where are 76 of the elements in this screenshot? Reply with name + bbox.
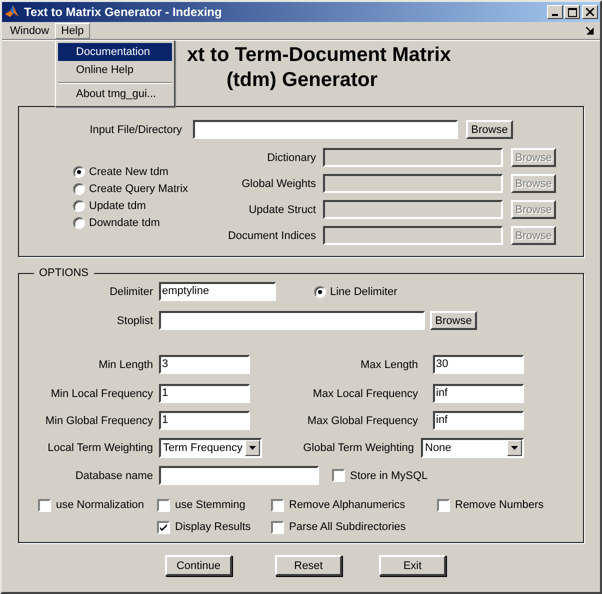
- input-field[interactable]: inf: [433, 384, 524, 403]
- checkbox[interactable]: [157, 520, 170, 534]
- field-label: Global Weights: [240, 178, 316, 190]
- menu-option[interactable]: Online Help: [58, 61, 172, 79]
- checkbox-label: Display Results: [175, 521, 251, 533]
- field-label: Delimiter: [108, 286, 153, 298]
- select-field[interactable]: Term Frequency: [159, 438, 262, 458]
- radio-button[interactable]: [73, 182, 85, 194]
- checkbox[interactable]: [38, 498, 51, 512]
- heading: (tdm) Generator: [226, 68, 378, 93]
- checkbox[interactable]: [157, 498, 170, 512]
- input-field[interactable]: [159, 311, 425, 330]
- close-button[interactable]: [582, 5, 598, 19]
- checkbox[interactable]: [271, 520, 284, 534]
- radio-label: Create Query Matrix: [89, 182, 188, 194]
- checkbox-label: Remove Alphanumerics: [289, 499, 406, 511]
- close-icon: [586, 8, 594, 16]
- caret-icon: [511, 446, 518, 450]
- input-field[interactable]: 1: [159, 411, 250, 430]
- radio-label: Update tdm: [89, 200, 146, 212]
- browse-button[interactable]: Browse: [430, 311, 477, 330]
- field-label: Document Indices: [226, 230, 316, 242]
- input-field[interactable]: emptyline: [159, 282, 276, 301]
- radio-label: Line Delimiter: [330, 286, 398, 298]
- field-label: Max Local Frequency: [312, 388, 418, 400]
- input-field[interactable]: [159, 466, 319, 485]
- panel-title: OPTIONS: [38, 267, 90, 279]
- maximize-button[interactable]: [564, 5, 580, 19]
- field-label: Database name: [74, 470, 153, 482]
- app-logo-icon: [4, 4, 20, 20]
- input-field[interactable]: 30: [433, 355, 524, 374]
- select-field[interactable]: None: [421, 438, 524, 458]
- radio-button[interactable]: [73, 166, 85, 178]
- menu-option[interactable]: Documentation: [58, 43, 172, 61]
- action-button[interactable]: Exit: [379, 555, 446, 576]
- field-label: Max Global Frequency: [306, 414, 418, 426]
- field-label: Dictionary: [266, 152, 316, 164]
- checkbox[interactable]: [437, 498, 450, 512]
- action-button[interactable]: Continue: [165, 555, 232, 576]
- field-label: Local Term Weighting: [46, 442, 153, 454]
- checkbox[interactable]: [271, 498, 284, 512]
- input-field[interactable]: 3: [159, 355, 250, 374]
- field-label: Min Global Frequency: [44, 414, 153, 426]
- browse-button[interactable]: Browse: [466, 120, 513, 139]
- input-field[interactable]: inf: [433, 411, 524, 430]
- field-label: Max Length: [360, 358, 418, 370]
- checkbox-label: Store in MySQL: [350, 470, 428, 482]
- checkmark-icon: [160, 524, 167, 530]
- window-title: Text to Matrix Generator - Indexing: [24, 5, 223, 19]
- radio-label: Downdate tdm: [89, 216, 160, 228]
- input-field[interactable]: [193, 120, 458, 139]
- minimize-button[interactable]: [547, 5, 563, 19]
- field-label: Input File/Directory: [88, 124, 182, 136]
- checkbox-label: Parse All Subdirectories: [289, 521, 406, 533]
- caret-icon: [249, 446, 256, 450]
- field-label: Stoplist: [116, 314, 153, 326]
- radio-label: Create New tdm: [89, 166, 168, 178]
- radio-button[interactable]: [73, 216, 85, 228]
- checkbox-label: Remove Numbers: [455, 499, 544, 511]
- maximize-icon: [568, 8, 576, 16]
- radio-button[interactable]: [314, 286, 326, 298]
- checkbox-label: use Normalization: [56, 499, 144, 511]
- checkbox-label: use Stemming: [175, 499, 246, 511]
- heading: xt to Term-Document Matrix: [186, 43, 452, 68]
- radio-button[interactable]: [73, 200, 85, 212]
- field-label: Update Struct: [248, 204, 316, 216]
- menu-option[interactable]: About tmg_gui...: [58, 82, 172, 104]
- dock-arrow-icon[interactable]: [586, 26, 594, 34]
- checkbox[interactable]: [332, 469, 345, 482]
- action-button[interactable]: Reset: [275, 555, 342, 576]
- field-label: Min Local Frequency: [50, 388, 153, 400]
- input-field[interactable]: 1: [159, 384, 250, 403]
- menu-item[interactable]: Window: [4, 22, 56, 38]
- field-label: Global Term Weighting: [302, 442, 414, 454]
- field-label: Min Length: [98, 358, 153, 370]
- menu-item[interactable]: Help: [55, 22, 90, 38]
